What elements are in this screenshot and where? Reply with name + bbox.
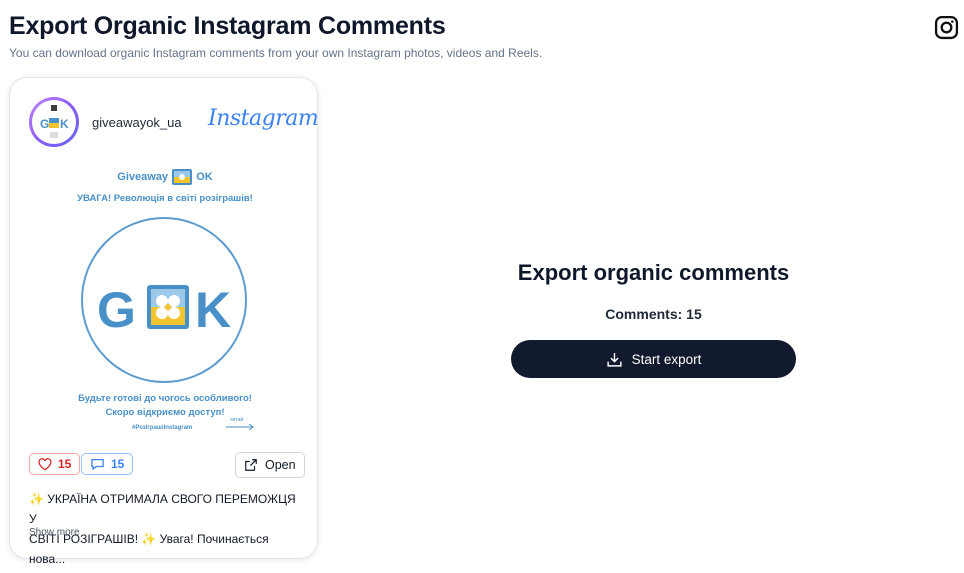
start-export-button[interactable]: Start export — [511, 340, 796, 378]
brand-line: Giveaway OK — [70, 169, 260, 185]
logo-letter-g: G — [97, 282, 136, 335]
svg-text:G: G — [40, 117, 49, 131]
logo-circle: G K — [81, 217, 247, 383]
instagram-wordmark: Instagram — [208, 106, 319, 131]
export-title: Export organic comments — [517, 260, 790, 285]
comments-badge: 15 — [81, 453, 134, 475]
gok-avatar-logo: G K — [40, 105, 69, 138]
start-export-label: Start export — [631, 351, 702, 367]
likes-count: 15 — [58, 457, 72, 471]
external-link-icon — [245, 459, 257, 471]
caption-line: ✨ УКРАЇНА ОТРИМАЛА СВОГО ПЕРЕМОЖЦЯ У — [29, 492, 296, 526]
gok-logo: G K — [97, 282, 231, 335]
post-card: G K giveawayok_ua Instagram Giveaway OK — [9, 77, 319, 566]
post-username[interactable]: giveawayok_ua — [92, 115, 182, 130]
page-subtitle: You can download organic Instagram comme… — [9, 46, 543, 60]
heart-icon — [38, 457, 52, 471]
brand-flag-icon — [172, 169, 193, 185]
comments-count-badge: 15 — [111, 457, 125, 471]
post-image: Giveaway OK УВАГА! Революція в світі роз… — [70, 167, 260, 437]
open-post-button[interactable]: Open — [235, 452, 305, 478]
download-icon — [607, 352, 622, 367]
post-headline: УВАГА! Революція в світі розіграшів! — [77, 193, 253, 204]
comment-icon — [91, 459, 104, 471]
post-bottom-line-1: Будьте готові до чогось особливого! — [78, 393, 252, 404]
comments-count: Comments: 15 — [605, 306, 702, 322]
logo-letter-k: K — [195, 282, 231, 335]
brand-left: Giveaway — [117, 170, 169, 183]
page-title: Export Organic Instagram Comments — [9, 12, 446, 40]
brand-right: OK — [196, 170, 213, 183]
open-label: Open — [265, 458, 296, 472]
post-hashtag: #РозіграшіInstagram — [132, 425, 193, 431]
likes-badge: 15 — [29, 453, 81, 475]
svg-text:K: K — [60, 117, 69, 131]
avatar: G K — [29, 97, 79, 147]
instagram-icon[interactable] — [934, 15, 959, 40]
arrow-right-icon — [226, 423, 254, 431]
show-more-link[interactable]: Show more — [29, 527, 80, 538]
